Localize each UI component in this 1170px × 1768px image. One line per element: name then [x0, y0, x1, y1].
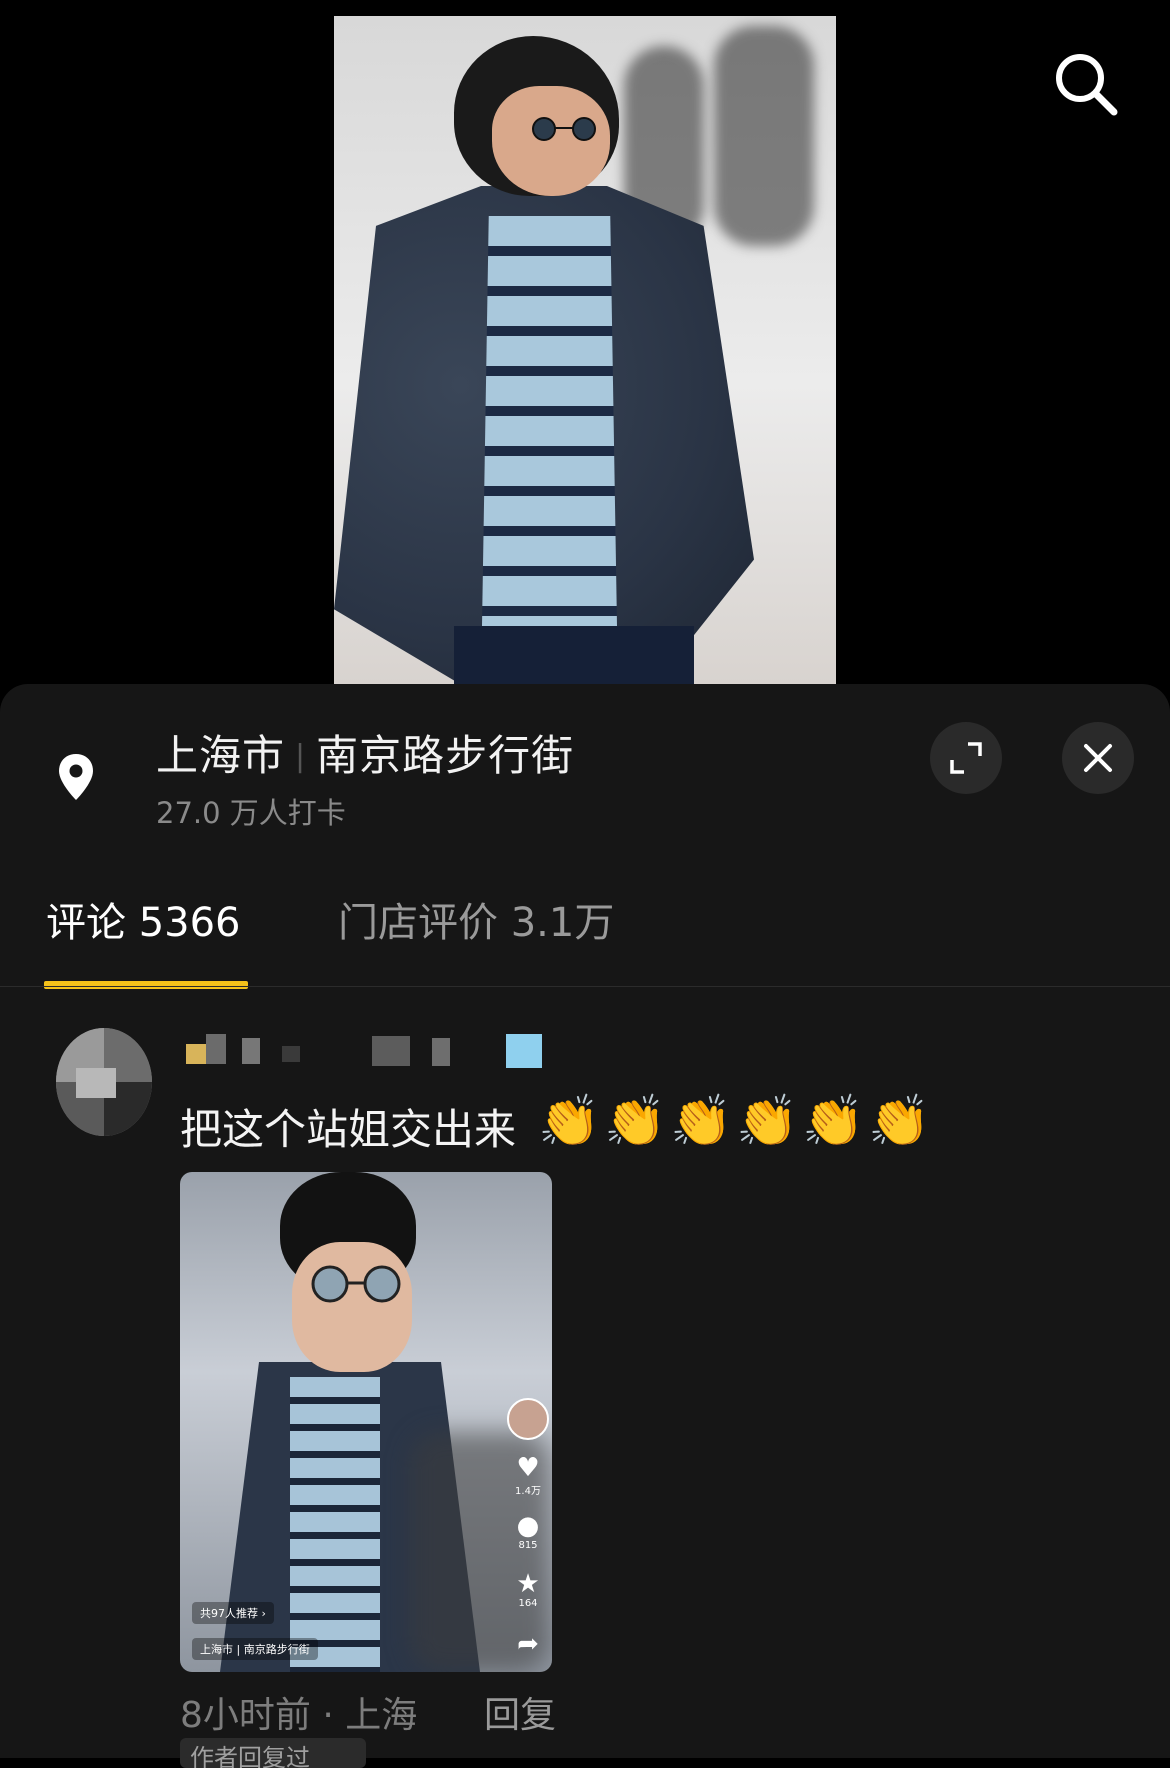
location-city: 上海市: [156, 731, 286, 780]
clapping-hands-icon: 👏: [736, 1092, 799, 1150]
title-separator: |: [295, 739, 307, 774]
search-button[interactable]: [1050, 48, 1120, 118]
expand-icon: [950, 742, 982, 774]
comment-text: 把这个站姐交出来: [180, 1105, 517, 1154]
location-place: 南京路步行街: [316, 731, 575, 780]
rail-like: ♥ 1.4万: [506, 1454, 550, 1497]
main-photo[interactable]: [334, 16, 836, 684]
share-arrow-icon: ➦: [517, 1629, 539, 1659]
rail-favorite: ★ 164: [506, 1570, 550, 1609]
clapping-hands-icon: 👏: [802, 1092, 865, 1150]
comment-count: 815: [518, 1540, 538, 1551]
rail-avatar: [506, 1398, 550, 1440]
close-icon: [1084, 744, 1112, 772]
thumb-face: [292, 1242, 412, 1372]
comment-sheet: [0, 684, 1170, 1758]
heart-icon: ♥: [516, 1453, 540, 1483]
favorite-count: 164: [518, 1598, 538, 1609]
thumb-location-pill: 上海市 | 南京路步行街: [192, 1638, 318, 1660]
glasses-icon: [311, 1265, 401, 1303]
photo-jeans: [454, 626, 694, 684]
photo-shirt: [482, 216, 617, 626]
expand-button[interactable]: [930, 722, 1002, 794]
emoji-row: 👏 👏 👏 👏 👏 👏: [538, 1092, 931, 1150]
author-replied-badge: 作者回复过: [180, 1738, 366, 1768]
clapping-hands-icon: 👏: [868, 1092, 931, 1150]
comment-time-location: 8小时前 · 上海: [180, 1695, 418, 1736]
glasses-icon: [532, 117, 596, 141]
location-title[interactable]: 上海市 | 南京路步行街: [156, 722, 574, 783]
tab-comments[interactable]: 评论 5366: [46, 890, 241, 948]
star-icon: ★: [516, 1569, 540, 1599]
active-tab-indicator: [44, 981, 248, 989]
location-pin-icon: [59, 754, 93, 800]
reply-button[interactable]: 回复: [484, 1686, 556, 1738]
search-icon: [1056, 54, 1118, 116]
tab-bar: 评论 5366 门店评价 3.1万: [0, 890, 1170, 986]
rail-share: ➦: [506, 1630, 550, 1658]
close-button[interactable]: [1062, 722, 1134, 794]
thumb-shirt: [290, 1377, 380, 1672]
comment-bubble-icon: ●: [516, 1511, 540, 1541]
username-pixelated[interactable]: [186, 1024, 546, 1084]
thumb-action-rail: ♥ 1.4万 ● 815 ★ 164 ➦: [506, 1398, 550, 1668]
tab-store-reviews[interactable]: 门店评价 3.1万: [338, 890, 614, 948]
clapping-hands-icon: 👏: [604, 1092, 667, 1150]
checkin-count: 27.0 万人打卡: [156, 796, 346, 830]
attached-video-thumbnail[interactable]: ♥ 1.4万 ● 815 ★ 164 ➦ 共97人推荐 › 上海市 | 南京路步…: [180, 1172, 552, 1672]
like-count: 1.4万: [515, 1486, 541, 1497]
clapping-hands-icon: 👏: [538, 1092, 601, 1150]
divider: [0, 986, 1170, 987]
recommend-pill: 共97人推荐 ›: [192, 1602, 274, 1624]
rail-comment: ● 815: [506, 1512, 550, 1551]
clapping-hands-icon: 👏: [670, 1092, 733, 1150]
avatar[interactable]: [56, 1028, 152, 1136]
